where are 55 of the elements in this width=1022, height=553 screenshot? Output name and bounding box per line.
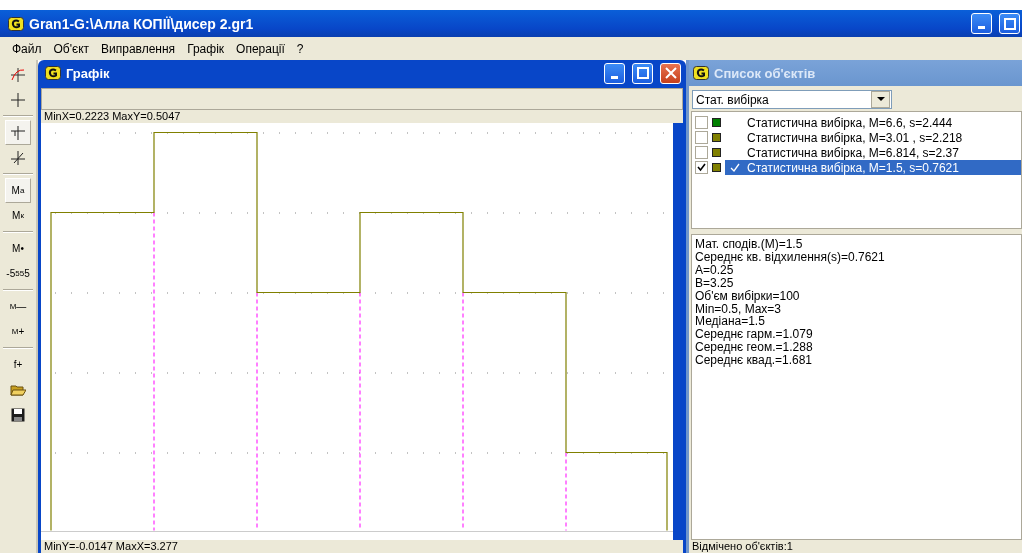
- object-list-item[interactable]: Статистична вибірка, M=3.01 , s=2.218: [725, 130, 1021, 145]
- checkbox[interactable]: [695, 131, 708, 144]
- status-text: Відмічено об'єктів:1: [691, 540, 794, 553]
- caret-icon: [876, 97, 885, 102]
- menu-item[interactable]: Виправлення: [95, 41, 182, 56]
- crosshair-icon: [10, 124, 26, 141]
- curve-cross-icon: [10, 66, 26, 83]
- close-icon: [664, 67, 677, 79]
- checkbox[interactable]: [695, 161, 708, 174]
- maximize-button[interactable]: [999, 13, 1020, 34]
- folder-icon: [10, 382, 26, 397]
- statistic-line: A=0.25: [695, 263, 734, 277]
- app-logo-icon: [693, 66, 709, 80]
- menu-item[interactable]: Операції: [230, 41, 291, 56]
- app-logo-icon: [8, 16, 24, 31]
- statistic-line: Середнє квад.=1.681: [695, 354, 814, 368]
- minimize-icon: [611, 75, 618, 79]
- minimize-icon: [978, 26, 985, 29]
- close-button[interactable]: [660, 62, 681, 84]
- checkmark-icon: [697, 163, 706, 172]
- toolbar-button[interactable]: f+: [5, 352, 31, 377]
- object-list-item[interactable]: Статистична вибірка, M=6.6, s=2.444: [725, 115, 1021, 130]
- statistic-line: Мат. сподів.(M)=1.5: [695, 238, 804, 251]
- filter-dropdown[interactable]: Стат. вибірка: [692, 90, 892, 109]
- maximize-button[interactable]: [632, 62, 653, 84]
- tangent-icon: [10, 149, 26, 166]
- statistic-line: Середнє кв. відхилення(s)=0.7621: [695, 250, 886, 264]
- window-title: Список об'єктів: [714, 65, 817, 81]
- coordinate-readout: MinY=-0.0147 MaxX=3.277: [41, 540, 683, 553]
- statistic-line: Середнє геом.=1.288: [695, 341, 814, 355]
- minimize-button[interactable]: [604, 62, 625, 84]
- object-list-item[interactable]: Статистична вибірка, M=6.814, s=2.37: [725, 145, 1021, 160]
- statistic-line: B=3.25: [695, 276, 735, 290]
- menu-item[interactable]: Об'єкт: [47, 41, 96, 56]
- menu-item[interactable]: ?: [290, 41, 310, 56]
- coordinate-readout: MinX=0.2223 MaxY=0.5047: [41, 110, 683, 123]
- checkmark-icon: [729, 161, 741, 174]
- minimize-button[interactable]: [971, 13, 992, 34]
- statistic-line: Медіана=1.5: [695, 315, 766, 329]
- checkbox[interactable]: [695, 146, 708, 159]
- checkbox[interactable]: [695, 116, 708, 129]
- object-list-item[interactable]: Статистична вибірка, M=1.5, s=0.7621: [725, 160, 1021, 175]
- statistic-line: Об'єм вибірки=100: [695, 289, 801, 303]
- crosshair-icon: [10, 91, 26, 108]
- statistic-line: Min=0.5, Max=3: [695, 302, 782, 316]
- window-title: Gran1-G:\Алла КОПІЇ\дисер 2.gr1: [29, 15, 255, 32]
- menu-item[interactable]: Графік: [181, 41, 231, 56]
- toolbar-button[interactable]: M•: [5, 236, 31, 261]
- maximize-icon: [1003, 17, 1016, 30]
- window-title: Графік: [66, 65, 111, 81]
- app-logo-icon: [45, 66, 61, 80]
- statistic-line: Середнє гарм.=1.079: [695, 328, 814, 342]
- maximize-icon: [636, 67, 649, 79]
- dropdown-button[interactable]: [871, 91, 890, 108]
- menu-item[interactable]: Файл: [6, 41, 48, 56]
